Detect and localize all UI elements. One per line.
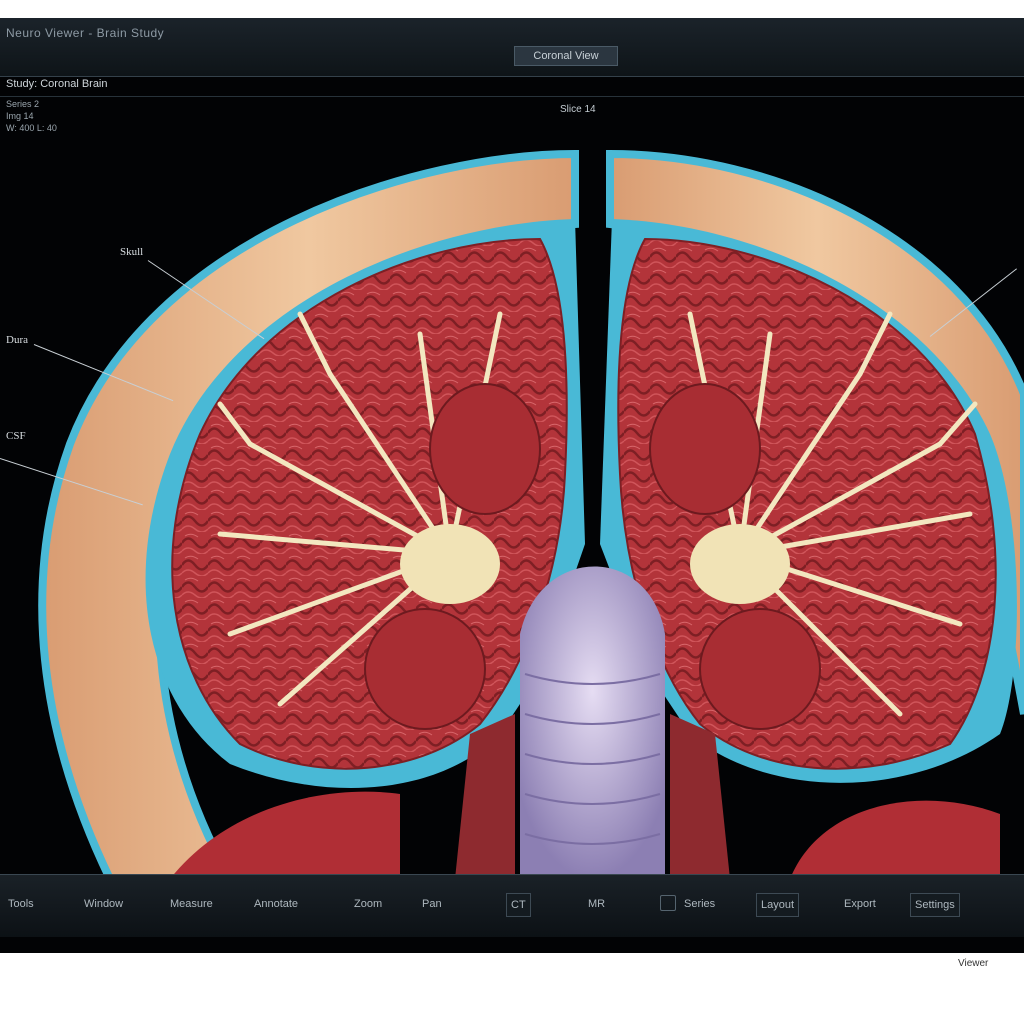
footer-label: Viewer: [958, 958, 989, 969]
study-info-bar: Study: Coronal Brain: [0, 76, 1024, 97]
annotation-label: Dura: [6, 334, 28, 346]
toolbar-button[interactable]: Zoom: [350, 893, 386, 915]
bottom-toolbar: Tools Window Measure Annotate Zoom Pan C…: [0, 874, 1024, 937]
toolbar-button[interactable]: Pan: [418, 893, 446, 915]
viewer-screen: Neuro Viewer - Brain Study Coronal View …: [0, 18, 1024, 953]
study-label: Study: Coronal Brain: [6, 78, 108, 90]
toolbar-button[interactable]: Layout: [756, 893, 800, 917]
toolbar-button[interactable]: Series: [680, 893, 719, 915]
app-title: Neuro Viewer - Brain Study: [6, 26, 165, 40]
nucleus-left-lower: [364, 608, 486, 730]
layout-icon[interactable]: [660, 895, 676, 911]
nucleus-right-lower: [699, 608, 821, 730]
annotation-label: Skull: [120, 246, 144, 258]
toolbar-button[interactable]: Export: [840, 893, 880, 915]
title-bar: Neuro Viewer - Brain Study Coronal View: [0, 18, 1024, 77]
annotation-label: CSF: [6, 430, 26, 442]
view-tab[interactable]: Coronal View: [514, 46, 618, 66]
series-info-line: Series 2: [6, 99, 40, 109]
muscle-right: [790, 800, 1000, 879]
toolbar-button[interactable]: Tools: [4, 893, 38, 915]
toolbar-button[interactable]: Annotate: [250, 893, 302, 915]
toolbar-button[interactable]: Settings: [910, 893, 960, 917]
toolbar-button[interactable]: MR: [584, 893, 609, 915]
toolbar-button[interactable]: CT: [506, 893, 531, 917]
monitor-frame: Neuro Viewer - Brain Study Coronal View …: [0, 18, 1024, 953]
nucleus-right-upper: [649, 383, 761, 515]
brain-image-viewport[interactable]: [0, 114, 1024, 879]
toolbar-button[interactable]: Measure: [166, 893, 217, 915]
nucleus-left-upper: [429, 383, 541, 515]
brainstem: [520, 566, 665, 879]
toolbar-button[interactable]: Window: [80, 893, 127, 915]
